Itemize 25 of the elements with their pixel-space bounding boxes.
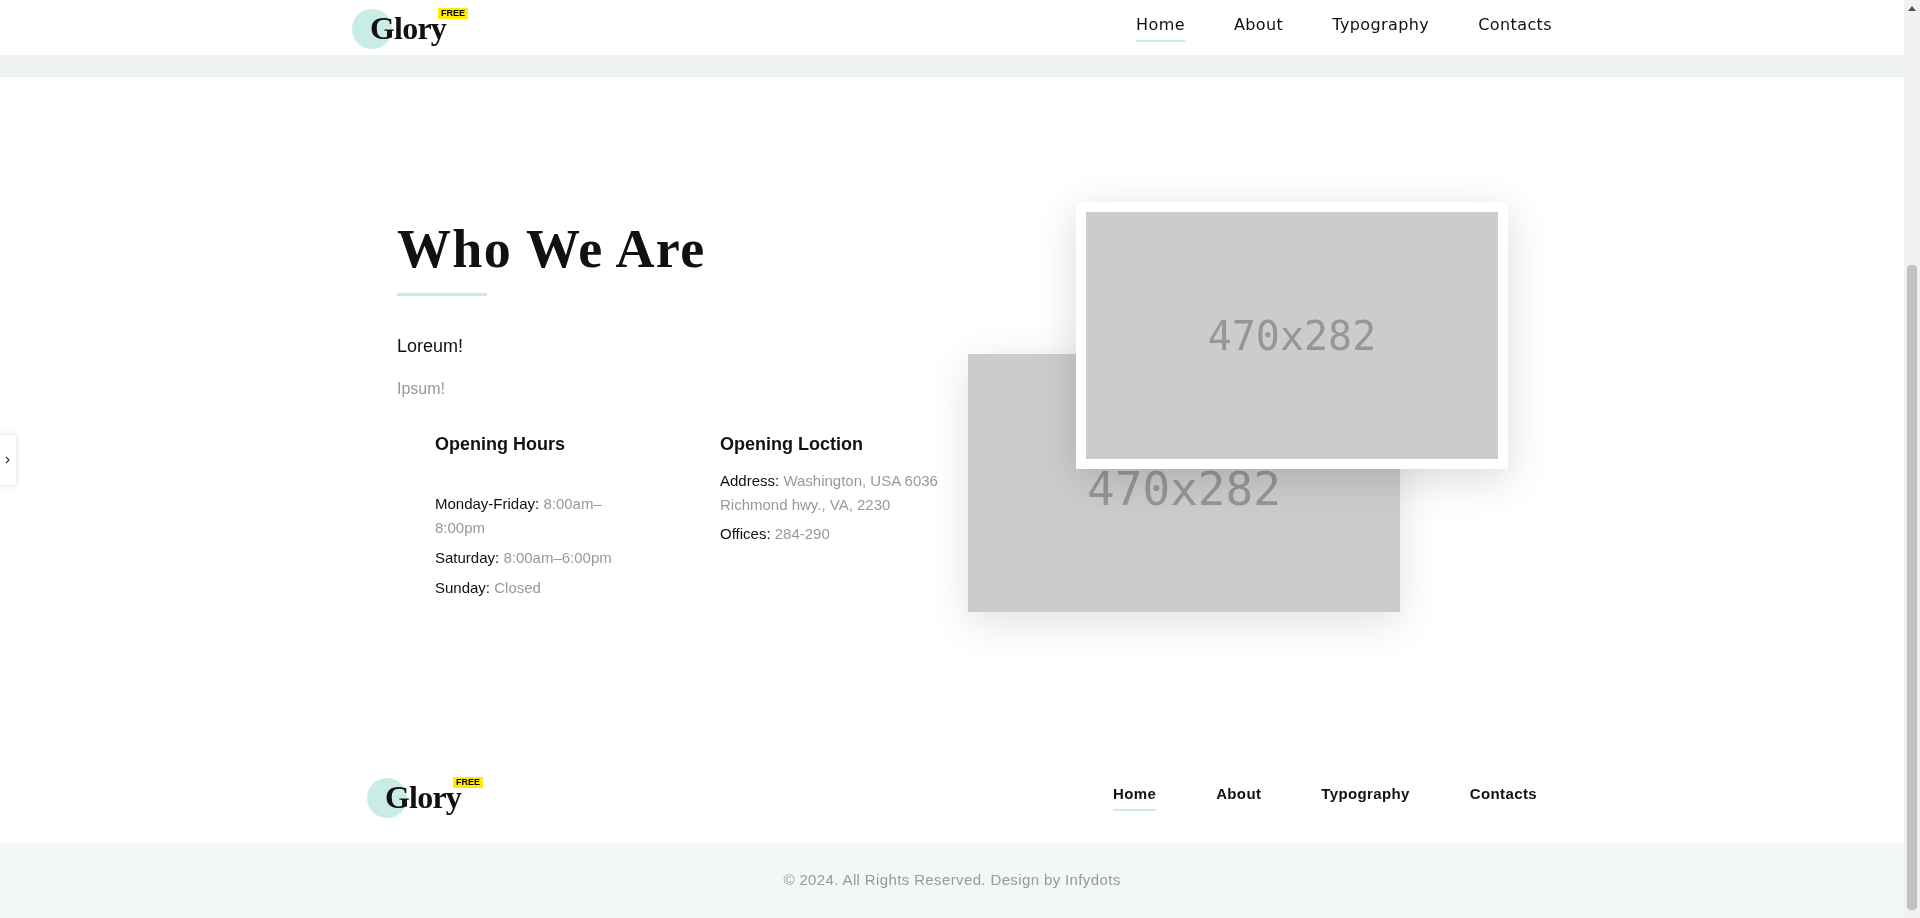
scroll-up-icon[interactable] bbox=[1908, 5, 1916, 11]
sub-text: Ipsum! bbox=[397, 379, 446, 399]
free-badge: FREE bbox=[438, 7, 468, 19]
column-heading: Opening Loction bbox=[720, 433, 864, 456]
nav-link[interactable]: Contacts bbox=[1469, 783, 1537, 811]
nav-link[interactable]: Home bbox=[1136, 13, 1185, 42]
section-heading: Who We Are bbox=[397, 219, 707, 279]
nav-link[interactable]: About bbox=[1216, 783, 1262, 811]
lead-text: Loreum! bbox=[397, 335, 465, 358]
nav-link[interactable]: Contacts bbox=[1478, 13, 1552, 42]
hours-line: Saturday: 8:00am–6:00pm bbox=[435, 548, 613, 568]
nav-link[interactable]: Typography bbox=[1332, 13, 1430, 42]
side-toggle-button[interactable] bbox=[0, 435, 16, 485]
nav-link[interactable]: About bbox=[1233, 13, 1284, 42]
hours-line: Sunday: Closed bbox=[435, 578, 542, 598]
chevron-right-icon bbox=[5, 456, 11, 464]
scrollbar[interactable] bbox=[1904, 0, 1920, 918]
hours-line: Monday-Friday: 8:00am–8:00pm bbox=[435, 494, 603, 538]
copyright-text: © 2024. All Rights Reserved. Design by Infydots bbox=[783, 870, 1121, 891]
column-heading: Opening Hours bbox=[435, 433, 566, 456]
location-line: Offices: 284-290 bbox=[720, 524, 831, 544]
free-badge: FREE bbox=[453, 777, 483, 788]
nav-link[interactable]: Home bbox=[1112, 783, 1157, 811]
location-line: Address: Washington, USA 6036 Richmond hwy., VA, 2230 bbox=[720, 471, 938, 515]
nav-link[interactable]: Typography bbox=[1321, 783, 1410, 811]
